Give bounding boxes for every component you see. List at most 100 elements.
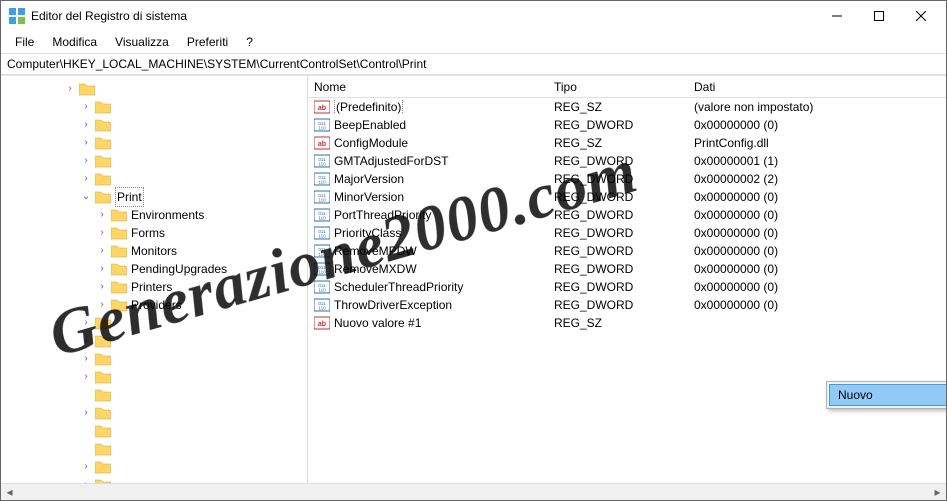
address-bar[interactable]: Computer\HKEY_LOCAL_MACHINE\SYSTEM\Curre… xyxy=(1,53,946,75)
scroll-left-icon[interactable]: ◂ xyxy=(1,485,18,499)
chevron-right-icon[interactable]: › xyxy=(79,116,93,134)
list-row[interactable]: MajorVersionREG_DWORD0x00000002 (2) xyxy=(308,170,946,188)
chevron-right-icon[interactable]: › xyxy=(63,80,77,98)
value-name: ConfigModule xyxy=(334,136,408,150)
value-name: BeepEnabled xyxy=(334,118,406,132)
value-type: REG_DWORD xyxy=(548,262,688,276)
folder-icon xyxy=(95,154,111,168)
menu-file[interactable]: File xyxy=(7,33,42,51)
tree-label: Providers xyxy=(131,296,182,314)
tree-node[interactable]: ›Printers xyxy=(3,278,305,296)
list-row[interactable]: (Predefinito)REG_SZ(valore non impostato… xyxy=(308,98,946,116)
titlebar: Editor del Registro di sistema xyxy=(1,1,946,31)
chevron-right-icon[interactable]: › xyxy=(79,350,93,368)
chevron-right-icon[interactable]: › xyxy=(95,296,109,314)
horizontal-scrollbar[interactable]: ◂ ▸ xyxy=(1,483,946,500)
reg-sz-icon xyxy=(314,135,330,151)
tree-node[interactable]: › Monitors xyxy=(3,242,305,260)
chevron-right-icon[interactable]: › xyxy=(79,170,93,188)
tree-node[interactable]: ›PendingUpgrades xyxy=(3,260,305,278)
chevron-right-icon[interactable]: › xyxy=(95,206,109,224)
app-icon xyxy=(9,8,25,24)
chevron-right-icon[interactable]: › xyxy=(79,368,93,386)
list-row[interactable]: Nuovo valore #1REG_SZ xyxy=(308,314,946,332)
folder-icon xyxy=(95,388,111,402)
list-row[interactable]: SchedulerThreadPriorityREG_DWORD0x000000… xyxy=(308,278,946,296)
folder-icon xyxy=(111,280,127,294)
value-data: 0x00000000 (0) xyxy=(688,118,946,132)
reg-binary-icon xyxy=(314,153,330,169)
value-type: REG_DWORD xyxy=(548,244,688,258)
list-row[interactable]: ConfigModuleREG_SZPrintConfig.dll xyxy=(308,134,946,152)
list-row[interactable]: GMTAdjustedForDST REG_DWORD0x00000001 (1) xyxy=(308,152,946,170)
chevron-right-icon[interactable]: › xyxy=(79,314,93,332)
reg-binary-icon xyxy=(314,243,330,259)
reg-binary-icon xyxy=(314,279,330,295)
minimize-button[interactable] xyxy=(816,3,858,29)
folder-icon xyxy=(95,370,111,384)
list-header: Nome Tipo Dati xyxy=(308,76,946,98)
context-menu[interactable]: Nuovo ▸ xyxy=(826,381,946,409)
reg-binary-icon xyxy=(314,225,330,241)
menu-modifica[interactable]: Modifica xyxy=(44,33,105,51)
chevron-right-icon[interactable]: › xyxy=(95,260,109,278)
tree-label: Print xyxy=(115,187,144,207)
menu-visualizza[interactable]: Visualizza xyxy=(107,33,177,51)
menu-help[interactable]: ? xyxy=(238,33,261,51)
chevron-right-icon[interactable]: › xyxy=(95,224,109,242)
reg-sz-icon xyxy=(314,315,330,331)
tree-pane[interactable]: › › › › › › ⌄ Print ›Environments›Forms›… xyxy=(1,76,308,483)
tree-node-print[interactable]: ⌄ Print xyxy=(3,188,305,206)
scroll-right-icon[interactable]: ▸ xyxy=(929,485,946,499)
folder-icon xyxy=(95,424,111,438)
chevron-right-icon[interactable]: › xyxy=(79,98,93,116)
value-type: REG_DWORD xyxy=(548,280,688,294)
maximize-button[interactable] xyxy=(858,3,900,29)
header-tipo[interactable]: Tipo xyxy=(548,80,688,94)
value-type: REG_DWORD xyxy=(548,154,688,168)
value-data: 0x00000000 (0) xyxy=(688,262,946,276)
chevron-right-icon[interactable]: › xyxy=(95,278,109,296)
chevron-right-icon[interactable]: › xyxy=(79,152,93,170)
header-dati[interactable]: Dati xyxy=(688,80,946,94)
folder-icon xyxy=(95,190,111,204)
list-row[interactable]: PriorityClassREG_DWORD0x00000000 (0) xyxy=(308,224,946,242)
folder-icon xyxy=(95,460,111,474)
value-data: PrintConfig.dll xyxy=(688,136,946,150)
context-item-nuovo[interactable]: Nuovo ▸ xyxy=(829,384,946,406)
value-name: RemoveMPDW xyxy=(334,244,417,258)
value-name: PortThreadPriority xyxy=(334,208,431,222)
value-name: GMTAdjustedForDST xyxy=(334,154,448,168)
tree-label: Monitors xyxy=(131,242,177,260)
chevron-down-icon[interactable]: ⌄ xyxy=(79,188,93,206)
reg-binary-icon xyxy=(314,171,330,187)
chevron-right-icon[interactable]: › xyxy=(79,134,93,152)
chevron-right-icon[interactable]: › xyxy=(95,242,109,260)
value-data: 0x00000000 (0) xyxy=(688,280,946,294)
header-nome[interactable]: Nome xyxy=(308,80,548,94)
chevron-right-icon[interactable]: › xyxy=(79,404,93,422)
tree-node[interactable]: › Providers xyxy=(3,296,305,314)
value-name: (Predefinito) xyxy=(334,100,403,114)
chevron-right-icon[interactable]: › xyxy=(79,332,93,350)
tree-node[interactable]: ›Environments xyxy=(3,206,305,224)
value-type: REG_DWORD xyxy=(548,226,688,240)
list-row[interactable]: RemoveMXDWREG_DWORD0x00000000 (0) xyxy=(308,260,946,278)
list-row[interactable]: MinorVersionREG_DWORD0x00000000 (0) xyxy=(308,188,946,206)
value-data: 0x00000001 (1) xyxy=(688,154,946,168)
folder-icon xyxy=(95,100,111,114)
reg-binary-icon xyxy=(314,207,330,223)
list-row[interactable]: BeepEnabledREG_DWORD0x00000000 (0) xyxy=(308,116,946,134)
folder-icon xyxy=(95,316,111,330)
value-type: REG_SZ xyxy=(548,100,688,114)
chevron-right-icon[interactable]: › xyxy=(79,476,93,483)
menu-preferiti[interactable]: Preferiti xyxy=(179,33,236,51)
list-row[interactable]: PortThreadPriorityREG_DWORD0x00000000 (0… xyxy=(308,206,946,224)
tree-node[interactable]: ›Forms xyxy=(3,224,305,242)
list-pane[interactable]: Nome Tipo Dati (Predefinito)REG_SZ(valor… xyxy=(308,76,946,483)
chevron-right-icon[interactable]: › xyxy=(79,458,93,476)
close-button[interactable] xyxy=(900,3,942,29)
list-row[interactable]: RemoveMPDWREG_DWORD0x00000000 (0) xyxy=(308,242,946,260)
value-type: REG_DWORD xyxy=(548,190,688,204)
list-row[interactable]: ThrowDriverExceptionREG_DWORD0x00000000 … xyxy=(308,296,946,314)
